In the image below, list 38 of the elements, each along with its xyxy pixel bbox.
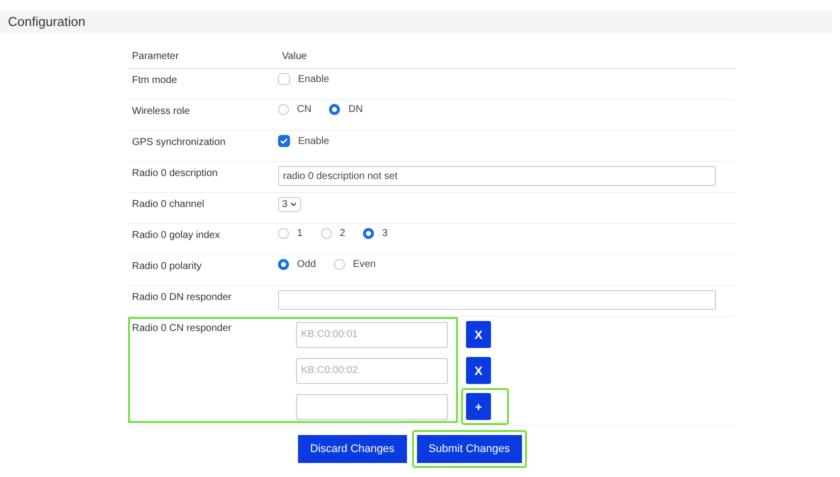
option-label: DN: [348, 104, 363, 115]
parameter-label: Radio 0 channel: [131, 198, 206, 212]
parameter-label: Radio 0 golay index: [131, 229, 221, 243]
responder-field[interactable]: KB:C0:00:02: [296, 358, 448, 384]
chevron-down-icon: [290, 202, 297, 207]
option-label: Enable: [298, 136, 330, 146]
remove-button[interactable]: X: [466, 357, 491, 384]
column-header: Parameter: [131, 50, 180, 64]
remove-button[interactable]: X: [466, 321, 491, 348]
option-label: CN: [297, 104, 312, 115]
option-label: Odd: [297, 259, 316, 270]
option-label: Even: [352, 259, 376, 270]
column-header: Value: [281, 50, 308, 64]
responder-field[interactable]: [296, 394, 448, 420]
discard-button[interactable]: Discard Changes: [298, 435, 407, 463]
section-title: Configuration: [0, 10, 832, 33]
text-field[interactable]: radio 0 description not set: [278, 166, 716, 186]
option-label: 3: [382, 228, 388, 239]
option-label: Enable: [298, 74, 330, 84]
radio-button[interactable]: [329, 104, 340, 115]
radio-button[interactable]: [363, 228, 374, 239]
parameter-label: GPS synchronization: [131, 136, 226, 150]
parameter-label: Wireless role: [131, 105, 191, 119]
text-field[interactable]: [278, 290, 716, 310]
add-button[interactable]: +: [466, 393, 491, 420]
parameter-label: Radio 0 DN responder: [131, 291, 232, 305]
responder-field[interactable]: KB:C0:00:01: [296, 322, 448, 348]
parameter-label: Radio 0 CN responder: [131, 322, 232, 336]
parameter-label: Radio 0 polarity: [131, 260, 202, 274]
channel-select[interactable]: 3: [278, 197, 301, 212]
parameter-label: Radio 0 description: [131, 167, 219, 181]
option-label: 2: [340, 228, 346, 239]
submit-button[interactable]: Submit Changes: [416, 435, 522, 463]
checkbox[interactable]: [278, 135, 290, 147]
option-label: 1: [297, 228, 303, 239]
checkmark-icon: [280, 137, 288, 145]
parameter-label: Ftm mode: [131, 74, 178, 88]
radio-button[interactable]: [278, 259, 289, 270]
